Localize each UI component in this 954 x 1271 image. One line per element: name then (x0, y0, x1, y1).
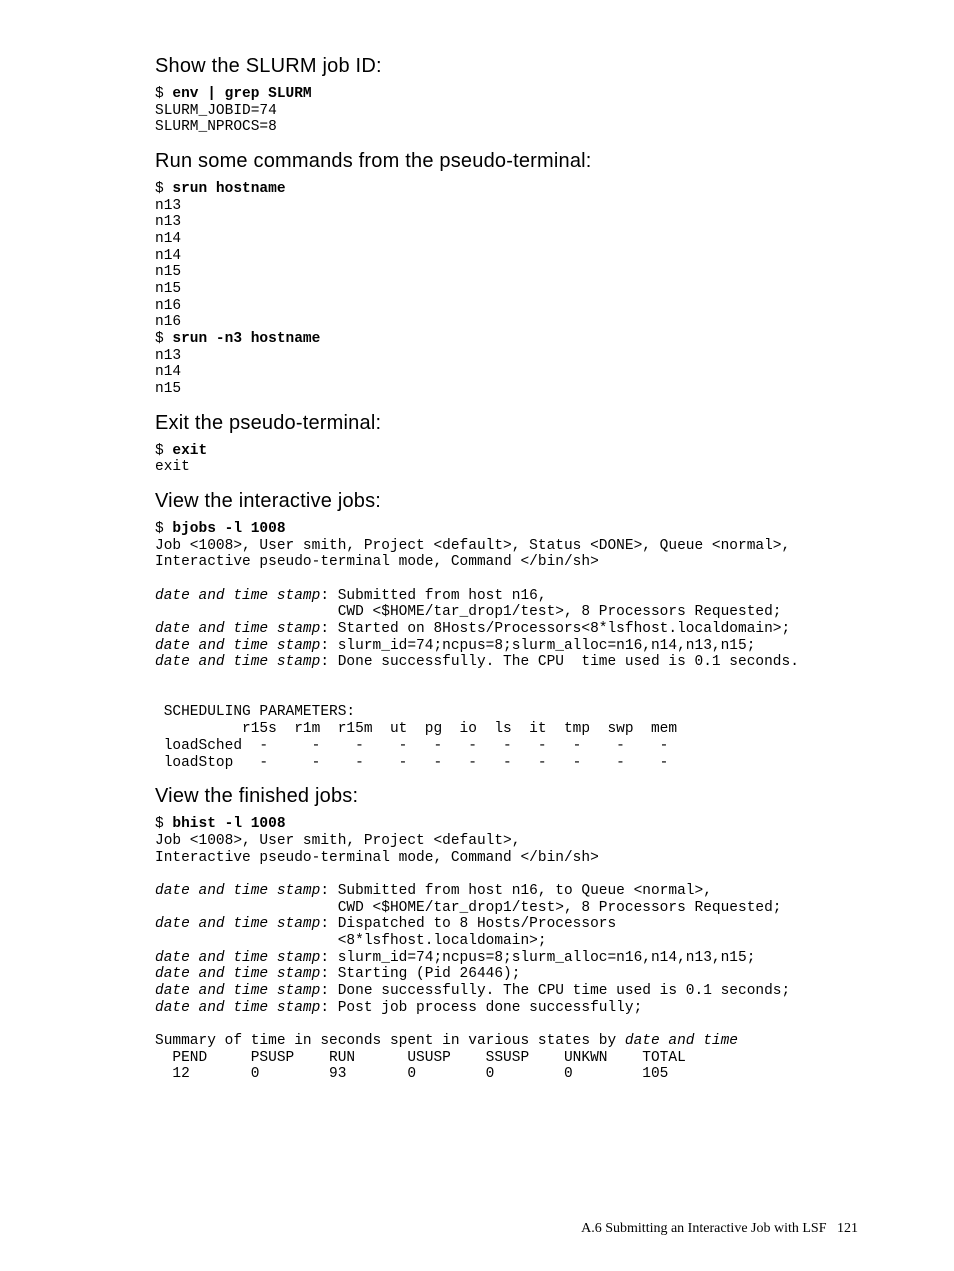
heading-exit: Exit the pseudo-terminal: (155, 412, 858, 435)
code-srun: $ srun hostname n13 n13 n14 n14 n15 n15 … (155, 181, 858, 398)
heading-view-interactive: View the interactive jobs: (155, 490, 858, 513)
footer-section: A.6 Submitting an Interactive Job with L… (581, 1221, 826, 1236)
code-bjobs: $ bjobs -l 1008 Job <1008>, User smith, … (155, 521, 858, 771)
code-bhist: $ bhist -l 1008 Job <1008>, User smith, … (155, 816, 858, 1083)
heading-slurm-job-id: Show the SLURM job ID: (155, 55, 858, 78)
page: Show the SLURM job ID: $ env | grep SLUR… (0, 0, 954, 1271)
code-exit: $ exit exit (155, 443, 858, 476)
code-env: $ env | grep SLURM SLURM_JOBID=74 SLURM_… (155, 86, 858, 136)
heading-pseudo-terminal: Run some commands from the pseudo-termin… (155, 150, 858, 173)
footer-page-number: 121 (837, 1221, 858, 1236)
heading-view-finished: View the finished jobs: (155, 785, 858, 808)
page-footer: A.6 Submitting an Interactive Job with L… (581, 1221, 858, 1237)
